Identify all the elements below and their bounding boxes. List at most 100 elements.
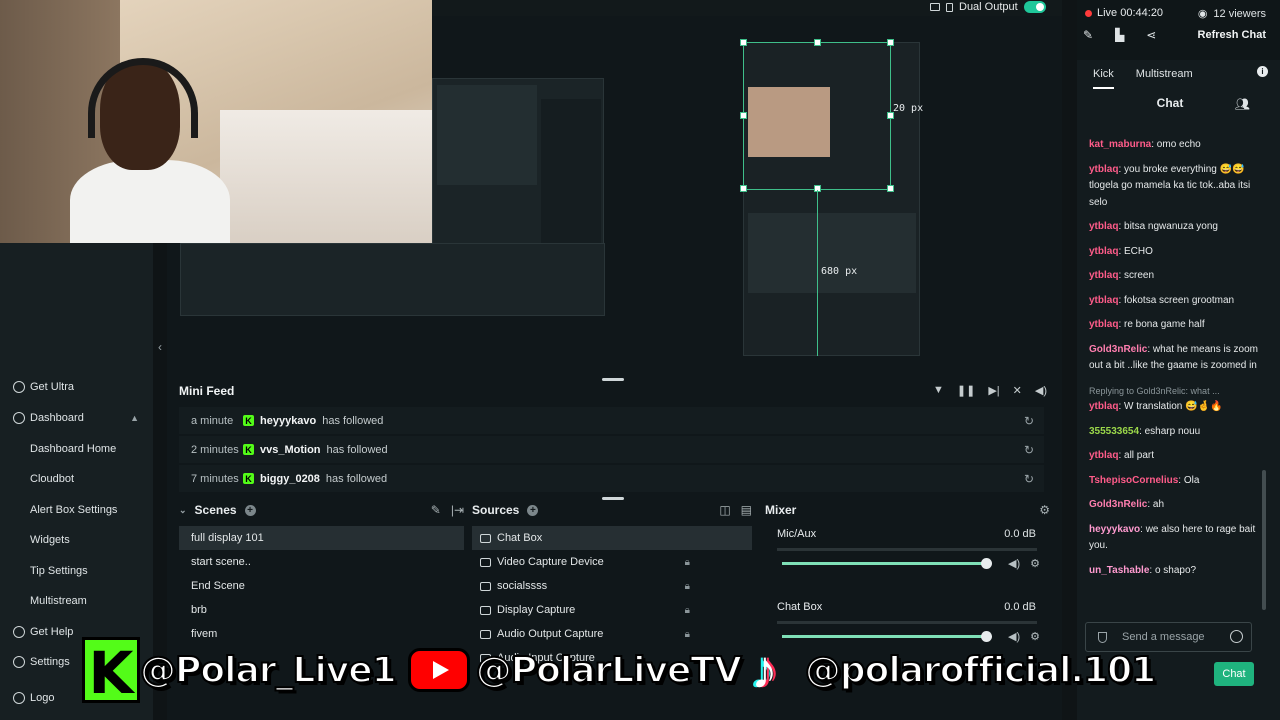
chat-username[interactable]: ytblaq: [1089, 450, 1118, 461]
chat-message: ytblaq: all part: [1089, 448, 1259, 465]
sidebar-item-dashboard[interactable]: Dashboard ▲: [0, 405, 153, 431]
chat-username[interactable]: ytblaq: [1089, 246, 1118, 257]
volume-meter: [777, 548, 1037, 551]
resize-handle[interactable]: [740, 112, 747, 119]
resize-handle[interactable]: [740, 185, 747, 192]
pin-icon[interactable]: ✎: [431, 503, 441, 517]
source-item[interactable]: socialssss 🔒︎: [472, 574, 752, 598]
add-source-icon[interactable]: +: [527, 504, 539, 516]
skip-icon[interactable]: ▶|: [988, 384, 999, 397]
dashboard-icon[interactable]: ▙: [1115, 28, 1124, 42]
tiktok-handle: @polarofficial.101: [804, 649, 1157, 692]
feed-action: has followed: [326, 443, 388, 456]
dual-output-toggle-group[interactable]: Dual Output: [930, 0, 1046, 14]
lock-icon[interactable]: 🔒︎: [685, 557, 690, 568]
volume-knob[interactable]: [981, 558, 993, 569]
chat-message: ytblaq: you broke everything 😅😅tlogela g…: [1089, 162, 1259, 212]
add-scene-icon[interactable]: +: [244, 504, 256, 516]
share-icon[interactable]: ⋖: [1146, 28, 1156, 42]
collapse-sidebar-icon[interactable]: ‹: [153, 340, 167, 360]
chatters-icon[interactable]: 👥︎: [1235, 97, 1250, 111]
chevron-down-icon[interactable]: ⌄: [179, 505, 187, 516]
chat-username[interactable]: ytblaq: [1089, 319, 1118, 330]
chat-username[interactable]: TshepisoCornelius: [1089, 475, 1178, 486]
source-item[interactable]: Video Capture Device 🔒︎: [472, 550, 752, 574]
replay-icon[interactable]: ↻: [1024, 443, 1034, 457]
scene-item[interactable]: End Scene: [179, 574, 464, 598]
sidebar-item-tip-settings[interactable]: Tip Settings: [0, 558, 153, 584]
filter-icon[interactable]: ▼: [933, 384, 944, 397]
chat-username[interactable]: Gold3nRelic: [1089, 499, 1147, 510]
chat-message: ytblaq: screen: [1089, 268, 1259, 285]
webcam-source: [0, 0, 432, 243]
chat-username[interactable]: ytblaq: [1089, 295, 1118, 306]
chat-message: 355533654: esharp nouu: [1089, 424, 1259, 441]
lock-icon[interactable]: 🔒︎: [685, 581, 690, 592]
send-chat-button[interactable]: Chat: [1214, 662, 1254, 686]
sidebar-item-dashboard-home[interactable]: Dashboard Home: [0, 436, 153, 462]
chat-message: ytblaq: re bona game half: [1089, 317, 1259, 334]
scene-item[interactable]: full display 101: [179, 526, 464, 550]
dual-output-toggle[interactable]: [1023, 1, 1046, 13]
feed-row: a minute K heyyykavo has followed ↻: [179, 407, 1044, 434]
feed-action: has followed: [322, 414, 384, 427]
chat-username[interactable]: kat_maburna: [1089, 139, 1151, 150]
chat-username[interactable]: 355533654: [1089, 426, 1139, 437]
chat-username[interactable]: ytblaq: [1089, 164, 1118, 175]
dock-resize-handle[interactable]: [602, 378, 624, 381]
transition-icon[interactable]: |⇥: [451, 503, 464, 517]
emoji-icon[interactable]: [1230, 630, 1243, 643]
lock-icon[interactable]: 🔒︎: [685, 605, 690, 616]
selection-box[interactable]: [743, 42, 891, 190]
resize-handle[interactable]: [740, 39, 747, 46]
resize-handle[interactable]: [814, 39, 821, 46]
refresh-chat-button[interactable]: Refresh Chat: [1198, 29, 1266, 41]
chat-text: : all part: [1118, 450, 1155, 461]
sidebar-item-widgets[interactable]: Widgets: [0, 527, 153, 553]
chat-text: : ECHO: [1118, 245, 1153, 257]
tab-multistream[interactable]: Multistream: [1136, 68, 1193, 86]
folder-icon[interactable]: ▤: [741, 503, 752, 517]
scene-item[interactable]: brb: [179, 598, 464, 622]
gear-icon[interactable]: ⚙: [1039, 503, 1050, 517]
info-icon[interactable]: i: [1257, 66, 1268, 77]
chat-username[interactable]: heyyykavo: [1089, 524, 1140, 535]
sidebar-item-get-ultra[interactable]: Get Ultra: [0, 374, 153, 400]
sidebar-item-cloudbot[interactable]: Cloudbot: [0, 466, 153, 492]
volume-icon[interactable]: ◀): [1008, 557, 1020, 570]
chat-username[interactable]: ytblaq: [1089, 401, 1118, 412]
channel-db: 0.0 dB: [1004, 601, 1036, 613]
tab-kick[interactable]: Kick: [1093, 68, 1114, 89]
source-item[interactable]: Display Capture 🔒︎: [472, 598, 752, 622]
gear-icon[interactable]: ⚙: [1030, 557, 1040, 570]
replay-icon[interactable]: ↻: [1024, 472, 1034, 486]
chat-username[interactable]: ytblaq: [1089, 221, 1118, 232]
source-label: Chat Box: [497, 532, 543, 544]
display-icon: [480, 605, 491, 615]
group-icon[interactable]: ◫: [719, 503, 730, 517]
chat-username[interactable]: un_Tashable: [1089, 565, 1149, 576]
feed-user: vvs_Motion: [260, 443, 321, 456]
chat-username[interactable]: Gold3nRelic: [1089, 344, 1147, 355]
resize-handle[interactable]: [887, 185, 894, 192]
edit-icon[interactable]: ✎: [1083, 28, 1093, 42]
guide-line: [817, 190, 818, 356]
chat-text: : screen: [1118, 270, 1155, 281]
volume-icon[interactable]: ◀): [1035, 384, 1047, 397]
replay-icon[interactable]: ↻: [1024, 414, 1034, 428]
pause-icon[interactable]: ❚❚: [957, 384, 975, 397]
sidebar-item-alert-box-settings[interactable]: Alert Box Settings: [0, 497, 153, 523]
chat-scrollbar[interactable]: [1262, 470, 1266, 610]
source-item[interactable]: Chat Box: [472, 526, 752, 550]
scene-item[interactable]: start scene..: [179, 550, 464, 574]
chat-username[interactable]: ytblaq: [1089, 270, 1118, 281]
mute-alerts-icon[interactable]: ✕: [1013, 384, 1022, 397]
tiktok-logo-icon: ♪ ♪ ♪: [747, 640, 781, 700]
youtube-handle: @PolarLiveTV: [475, 649, 743, 692]
chat-panel: Live 00:44:20 ◉ 12 viewers ✎ ▙ ⋖ Refresh…: [1077, 0, 1280, 720]
sidebar-item-multistream[interactable]: Multistream: [0, 588, 153, 614]
mixer-channel: Mic/Aux 0.0 dB ◀) ⚙: [765, 520, 1050, 593]
sidebar-item-label: Logo: [30, 692, 55, 704]
resize-handle[interactable]: [887, 39, 894, 46]
volume-slider[interactable]: [782, 562, 988, 565]
